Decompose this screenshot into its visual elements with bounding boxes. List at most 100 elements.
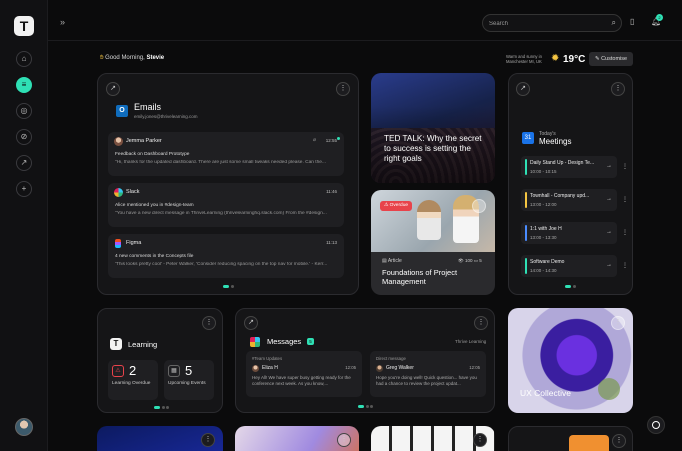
join-arrow-icon[interactable]: → [606, 229, 612, 235]
header-divider [48, 40, 682, 41]
stat-value: 2 [129, 363, 137, 378]
email-item[interactable]: Slack 11:46 Alice mentioned you in #desi… [108, 183, 344, 227]
more-options-icon[interactable]: ⋮ [336, 82, 350, 96]
meeting-time: 13:00 - 13:30 [530, 235, 557, 240]
meeting-color-bar [525, 225, 527, 241]
dashboard-icon[interactable]: ≡ [16, 77, 32, 93]
help-icon [652, 421, 660, 429]
ux-collective-title: UX Collective [520, 388, 572, 398]
meeting-more-icon[interactable]: ⋮ [622, 163, 628, 170]
meeting-title: Daily Stand Up - Design Te... [530, 160, 595, 166]
open-external-icon[interactable]: ↗ [106, 82, 120, 96]
user-avatar[interactable] [15, 418, 33, 436]
customise-label: Customise [601, 56, 628, 62]
wave-icon: ✋︎ [100, 55, 104, 61]
more-options-icon[interactable]: ⋮ [611, 82, 625, 96]
email-item[interactable]: Jemma Parker ⌀ 12:55 Feedback on Dashboa… [108, 132, 344, 176]
partial-card[interactable]: ⋮ [508, 426, 633, 451]
more-options-icon[interactable]: ⋮ [202, 316, 216, 330]
user-name: Stevie [146, 55, 165, 61]
image-overlay [371, 73, 495, 183]
person-figure [417, 200, 441, 240]
sender-avatar [252, 365, 259, 372]
open-external-icon[interactable]: ↗ [516, 82, 530, 96]
carousel-dots [223, 285, 235, 288]
meeting-time: 10:00 - 10:15 [530, 169, 557, 174]
join-arrow-icon[interactable]: → [606, 163, 612, 169]
calendar-icon: 31 [522, 132, 534, 144]
slack-icon [114, 188, 123, 197]
customise-button[interactable]: ✎ Customise [589, 52, 633, 66]
email-sender: Jemma Parker [126, 138, 162, 144]
ted-talk-title: TED TALK: Why the secret to success is s… [384, 134, 482, 163]
carousel-dots [358, 405, 375, 408]
open-external-icon[interactable]: ↗ [244, 316, 258, 330]
workspace-name: Thrive Learning [455, 339, 487, 344]
partial-card[interactable]: ⋮ [235, 426, 359, 451]
share-icon[interactable]: ↗ [16, 155, 32, 171]
meeting-title: Townhall - Company upd... [530, 193, 590, 199]
explore-icon[interactable]: ⊘ [16, 129, 32, 145]
more-options-icon[interactable]: ⋮ [612, 434, 626, 448]
message-item[interactable]: #Team Updates Eliza H 12:05 Hey All! We … [246, 351, 362, 397]
message-item[interactable]: Direct message Greg Walker 12:05 Hope yo… [370, 351, 486, 397]
carousel-dots [154, 406, 171, 409]
meeting-item[interactable]: Daily Stand Up - Design Te... 10:00 - 10… [521, 156, 617, 178]
join-arrow-icon[interactable]: → [606, 196, 612, 202]
meeting-item[interactable]: 1:1 with Joe H 13:00 - 13:30 → [521, 222, 617, 244]
meeting-color-bar [525, 258, 527, 274]
email-preview: 'This looks pretty cool' - Peter Walker,… [115, 262, 328, 267]
message-time: 12:05 [469, 365, 480, 370]
learning-overdue-stat[interactable]: ⚠ 2 Learning Overdue [108, 360, 158, 400]
help-button[interactable] [647, 416, 665, 434]
article-card[interactable]: ⚠ Overdue ⋮ ▤ Article 👁︎ 100 ▭ 5 Foundat… [371, 190, 495, 295]
meeting-item[interactable]: Software Demo 14:00 - 14:30 → [521, 255, 617, 277]
more-options-icon[interactable]: ⋮ [472, 199, 486, 213]
article-title: Foundations of Project Management [382, 268, 458, 286]
email-time: 11:13 [326, 240, 337, 245]
meeting-time: 13:00 - 12:00 [530, 202, 557, 207]
home-icon[interactable]: ⌂ [16, 51, 32, 67]
messages-card: ↗ ⋮ Messages 5 Thrive Learning #Team Upd… [235, 308, 495, 413]
email-preview: "You have a new direct message in Thrive… [115, 211, 327, 216]
more-options-icon[interactable]: ⋮ [337, 433, 351, 447]
search-icon[interactable]: ⌕ [612, 18, 616, 28]
email-subject: Alice mentioned you in #design-team [115, 203, 194, 208]
email-time: 11:46 [326, 189, 337, 194]
message-sender: Greg Walker [386, 365, 414, 371]
app-logo[interactable]: T [14, 16, 34, 36]
join-arrow-icon[interactable]: → [606, 262, 612, 268]
more-options-icon[interactable]: ⋮ [201, 433, 215, 447]
add-icon[interactable]: + [16, 181, 32, 197]
email-item[interactable]: Figma 11:13 4 new comments in the Concep… [108, 234, 344, 278]
more-options-icon[interactable]: ⋮ [474, 316, 488, 330]
sidebar: T ⌂ ≡ ◎ ⊘ ↗ + [0, 0, 48, 451]
partial-card[interactable]: ⋮ [97, 426, 223, 451]
overdue-badge: ⚠ Overdue [380, 201, 413, 211]
expand-sidebar-icon[interactable]: » [60, 17, 65, 27]
learning-card: ⋮ T Learning ⚠ 2 Learning Overdue ▦ 5 Up… [97, 308, 223, 413]
search-bar[interactable]: ⌕ [482, 14, 622, 32]
ux-collective-card[interactable]: ⋮ UX Collective [508, 308, 633, 413]
partial-card[interactable]: ⋮ [371, 426, 495, 451]
more-options-icon[interactable]: ⋮ [473, 433, 487, 447]
meeting-item[interactable]: Townhall - Company upd... 13:00 - 12:00 … [521, 189, 617, 211]
bookmark-icon[interactable]: ▯ [630, 17, 634, 26]
email-subject: 4 new comments in the Concepts file [115, 254, 194, 259]
emails-title: Emails [134, 102, 162, 112]
sender-avatar [114, 137, 123, 146]
search-input[interactable] [489, 18, 599, 29]
learning-icon[interactable]: ◎ [16, 103, 32, 119]
meeting-more-icon[interactable]: ⋮ [622, 196, 628, 203]
upcoming-events-stat[interactable]: ▦ 5 Upcoming Events [164, 360, 214, 400]
decorative-shape [569, 435, 609, 451]
meeting-more-icon[interactable]: ⋮ [622, 262, 628, 269]
meeting-time: 14:00 - 14:30 [530, 268, 557, 273]
meeting-more-icon[interactable]: ⋮ [622, 229, 628, 236]
more-options-icon[interactable]: ⋮ [611, 316, 625, 330]
message-text: Hey All! We have super busy getting read… [252, 375, 351, 386]
message-channel: #Team Updates [252, 356, 283, 361]
greeting: ✋︎ Good Morning, Stevie [100, 55, 164, 62]
email-account: emily.jones@thrivelearning.com [134, 114, 198, 119]
ted-talk-card[interactable]: TED TALK: Why the secret to success is s… [371, 73, 495, 183]
